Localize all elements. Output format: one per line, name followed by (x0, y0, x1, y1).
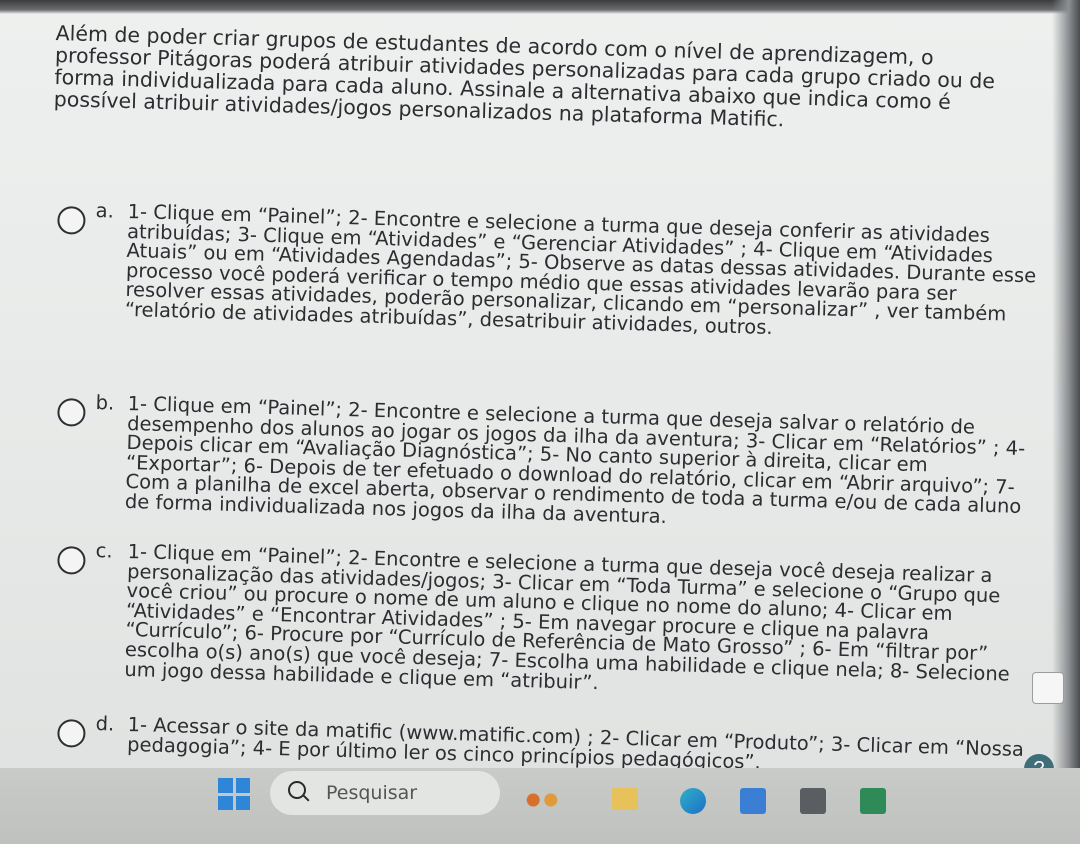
search-icon (288, 781, 306, 799)
radio-option-b[interactable] (57, 397, 86, 427)
option-text-a: 1- Clique em “Painel”; 2- Encontre e sel… (124, 199, 1037, 339)
option-text-b: 1- Clique em “Painel”; 2- Encontre e sel… (124, 391, 1026, 529)
flower-widget-icon[interactable] (520, 788, 564, 812)
radio-option-d[interactable] (57, 718, 86, 748)
question-text: Além de poder criar grupos de estudantes… (53, 21, 996, 132)
radio-option-a[interactable] (57, 205, 86, 235)
app-icon[interactable] (800, 788, 826, 814)
monitor-bezel-top (0, 0, 1080, 14)
file-explorer-icon[interactable] (612, 788, 638, 810)
option-text-c: 1- Clique em “Painel”; 2- Encontre e sel… (124, 539, 1011, 694)
option-c[interactable]: c. 1- Clique em “Painel”; 2- Encontre e … (57, 539, 1038, 694)
app-icon[interactable] (740, 788, 766, 814)
browser-icon[interactable] (680, 788, 706, 814)
app-icon[interactable] (860, 788, 886, 814)
option-letter-a: a. (95, 199, 115, 223)
option-b[interactable]: b. 1- Clique em “Painel”; 2- Encontre e … (57, 391, 1038, 528)
option-letter-b: b. (95, 391, 115, 415)
monitor-bezel-right (1052, 0, 1080, 844)
windows-start-icon[interactable] (218, 778, 250, 810)
option-letter-c: c. (95, 539, 113, 563)
option-letter-d: d. (95, 712, 115, 736)
side-panel-icon[interactable] (1032, 672, 1064, 704)
option-d[interactable]: d. 1- Acessar o site da matific (www.mat… (57, 712, 1038, 773)
taskbar-search-box[interactable]: Pesquisar (270, 771, 500, 815)
option-a[interactable]: a. 1- Clique em “Painel”; 2- Encontre e … (57, 199, 1038, 339)
screen: Além de poder criar grupos de estudantes… (0, 0, 1080, 844)
radio-option-c[interactable] (57, 545, 86, 575)
search-placeholder: Pesquisar (326, 782, 418, 804)
